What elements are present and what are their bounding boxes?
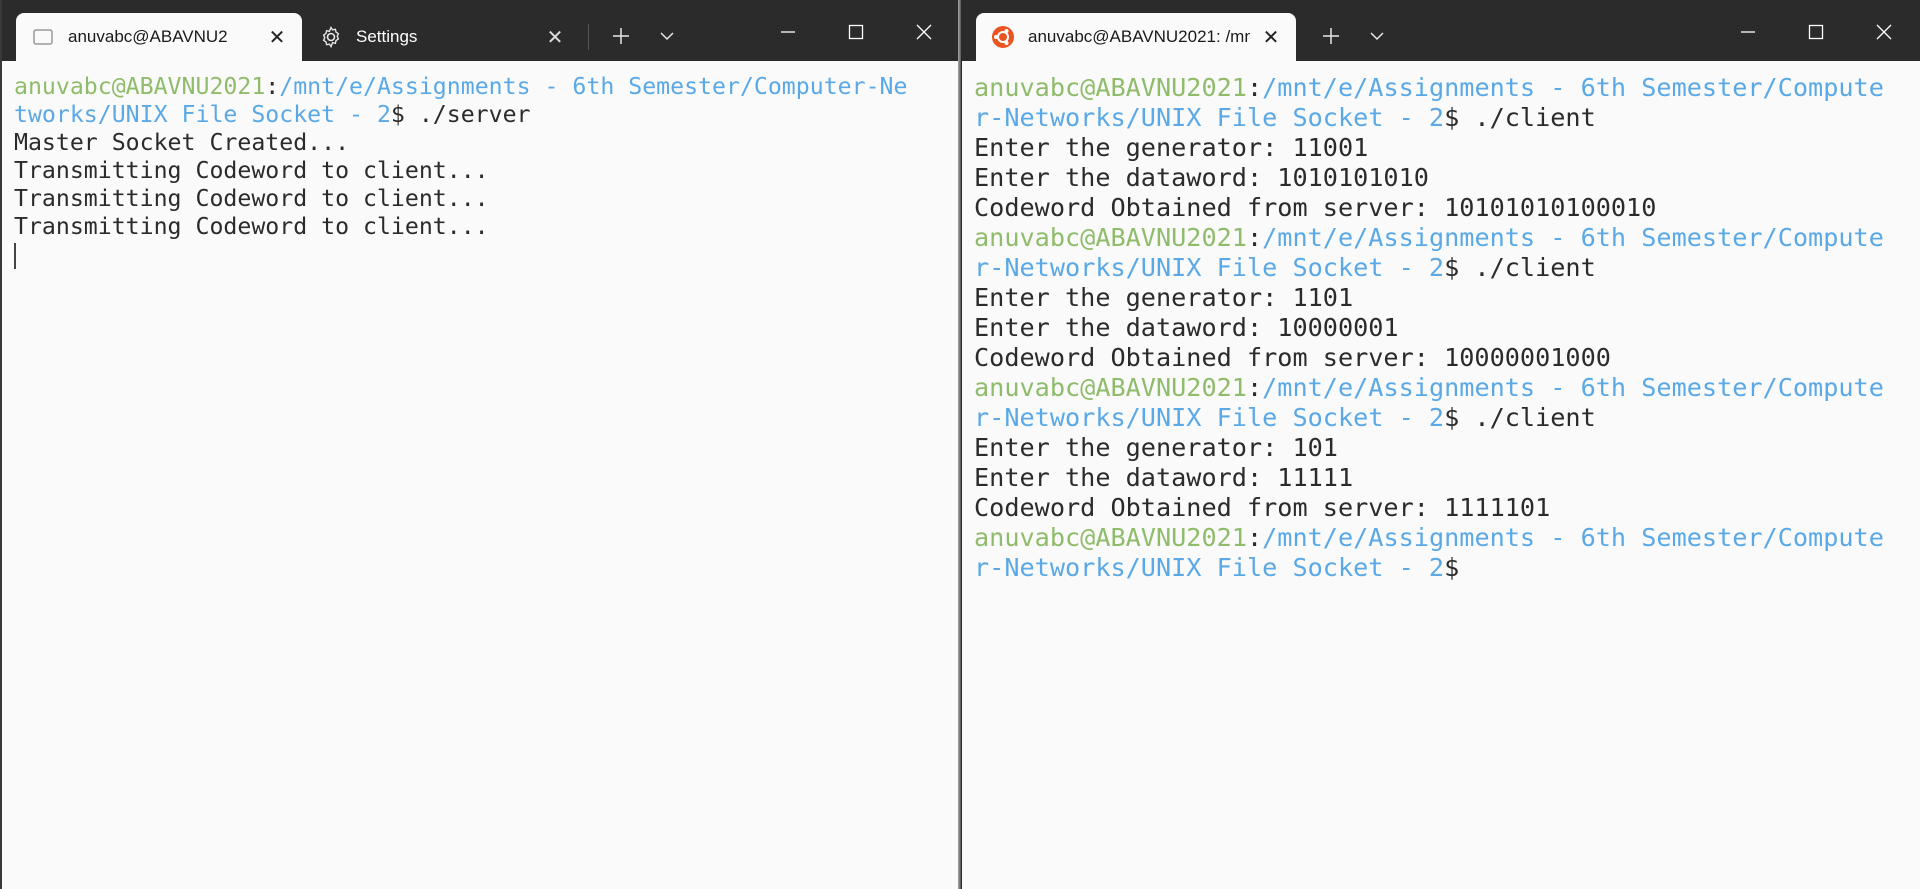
close-window-button[interactable] <box>1854 8 1914 56</box>
terminal-line: Master Socket Created... <box>14 129 958 157</box>
title-bar: anuvabc@ABAVNU2021: /mnt ✕ <box>962 0 1920 61</box>
prompt-user: anuvabc@ABAVNU2021 <box>14 73 266 100</box>
terminal-line: Codeword Obtained from server: 100000010… <box>974 343 1920 373</box>
terminal-text: Codeword Obtained from server: 1111101 <box>974 493 1551 522</box>
terminal-line: Enter the generator: 11001 <box>974 133 1920 163</box>
terminal-text: Master Socket Created... <box>14 129 350 156</box>
tab-dropdown-chevron-down-icon[interactable] <box>1359 18 1395 54</box>
terminal-line: Enter the dataword: 10000001 <box>974 313 1920 343</box>
terminal-text: $ ./server <box>390 101 531 128</box>
terminal-line: anuvabc@ABAVNU2021:/mnt/e/Assignments - … <box>14 73 958 101</box>
terminal-output[interactable]: anuvabc@ABAVNU2021:/mnt/e/Assignments - … <box>962 61 1920 889</box>
close-tab-icon[interactable]: ✕ <box>1260 25 1282 49</box>
terminal-line: anuvabc@ABAVNU2021:/mnt/e/Assignments - … <box>974 73 1920 103</box>
terminal-line: anuvabc@ABAVNU2021:/mnt/e/Assignments - … <box>974 523 1920 553</box>
prompt-colon: : <box>1246 223 1263 252</box>
terminal-line: tworks/UNIX File Socket - 2$ ./server <box>14 101 958 129</box>
terminal-window-server: anuvabc@ABAVNU2 ✕ Settings ✕ anuvabc@ABA… <box>0 0 958 889</box>
terminal-line: r-Networks/UNIX File Socket - 2$ ./clien… <box>974 253 1920 283</box>
terminal-window-client: anuvabc@ABAVNU2021: /mnt ✕ anuvabc@ABAVN… <box>961 0 1920 889</box>
title-bar: anuvabc@ABAVNU2 ✕ Settings ✕ <box>2 0 958 61</box>
terminal-cursor-line <box>14 241 958 269</box>
tab-dropdown-chevron-down-icon[interactable] <box>649 18 685 54</box>
close-tab-icon[interactable]: ✕ <box>544 25 566 49</box>
prompt-colon: : <box>265 73 280 100</box>
prompt-colon: : <box>1246 373 1263 402</box>
terminal-text: $ ./client <box>1444 403 1596 432</box>
new-tab-plus-icon[interactable] <box>603 18 639 54</box>
prompt-path: r-Networks/UNIX File Socket - 2 <box>974 253 1445 282</box>
maximize-button[interactable] <box>1786 8 1846 56</box>
terminal-line: Transmitting Codeword to client... <box>14 213 958 241</box>
terminal-text: Codeword Obtained from server: 101010101… <box>974 193 1657 222</box>
prompt-path: /mnt/e/Assignments - 6th Semester/Comput… <box>1262 73 1884 102</box>
tab-label: anuvabc@ABAVNU2 <box>68 27 228 46</box>
terminal-line: Enter the generator: 101 <box>974 433 1920 463</box>
prompt-user: anuvabc@ABAVNU2021 <box>974 223 1247 252</box>
prompt-user: anuvabc@ABAVNU2021 <box>974 73 1247 102</box>
close-tab-icon[interactable]: ✕ <box>266 25 288 49</box>
terminal-line: Enter the generator: 1101 <box>974 283 1920 313</box>
terminal-text: $ ./client <box>1444 253 1596 282</box>
prompt-path: /mnt/e/Assignments - 6th Semester/Comput… <box>1262 523 1884 552</box>
terminal-text: $ <box>1444 553 1460 582</box>
terminal-text: Codeword Obtained from server: 100000010… <box>974 343 1611 372</box>
maximize-button[interactable] <box>826 8 886 56</box>
terminal-text: Enter the generator: 101 <box>974 433 1338 462</box>
terminal-output[interactable]: anuvabc@ABAVNU2021:/mnt/e/Assignments - … <box>2 61 958 889</box>
terminal-text: Enter the dataword: 10000001 <box>974 313 1399 342</box>
tab-settings[interactable]: Settings ✕ <box>304 13 580 61</box>
text-cursor <box>14 242 16 269</box>
terminal-line: r-Networks/UNIX File Socket - 2$ <box>974 553 1920 583</box>
terminal-text: Enter the generator: 1101 <box>974 283 1354 312</box>
tab-client-terminal[interactable]: anuvabc@ABAVNU2021: /mnt ✕ <box>976 13 1296 61</box>
tab-label: anuvabc@ABAVNU2021: /mnt <box>1028 27 1250 46</box>
gear-icon <box>318 24 344 50</box>
prompt-colon: : <box>1246 73 1263 102</box>
terminal-line: Transmitting Codeword to client... <box>14 185 958 213</box>
tab-label: Settings <box>356 27 418 46</box>
terminal-icon <box>30 24 56 50</box>
terminal-line: anuvabc@ABAVNU2021:/mnt/e/Assignments - … <box>974 373 1920 403</box>
prompt-path: tworks/UNIX File Socket - 2 <box>14 101 391 128</box>
terminal-line: Enter the dataword: 1010101010 <box>974 163 1920 193</box>
tab-separator <box>588 24 589 50</box>
terminal-text: Transmitting Codeword to client... <box>14 185 489 212</box>
prompt-path: /mnt/e/Assignments - 6th Semester/Comput… <box>1262 223 1884 252</box>
terminal-line: Enter the dataword: 11111 <box>974 463 1920 493</box>
terminal-text: Enter the dataword: 1010101010 <box>974 163 1429 192</box>
prompt-user: anuvabc@ABAVNU2021 <box>974 373 1247 402</box>
terminal-text: Enter the generator: 11001 <box>974 133 1369 162</box>
terminal-text: Enter the dataword: 11111 <box>974 463 1354 492</box>
prompt-colon: : <box>1246 523 1263 552</box>
prompt-path: r-Networks/UNIX File Socket - 2 <box>974 553 1445 582</box>
terminal-line: r-Networks/UNIX File Socket - 2$ ./clien… <box>974 403 1920 433</box>
close-window-button[interactable] <box>894 8 954 56</box>
terminal-line: Codeword Obtained from server: 101010101… <box>974 193 1920 223</box>
prompt-user: anuvabc@ABAVNU2021 <box>974 523 1247 552</box>
terminal-line: anuvabc@ABAVNU2021:/mnt/e/Assignments - … <box>974 223 1920 253</box>
terminal-line: r-Networks/UNIX File Socket - 2$ ./clien… <box>974 103 1920 133</box>
terminal-line: Codeword Obtained from server: 1111101 <box>974 493 1920 523</box>
minimize-button[interactable] <box>758 8 818 56</box>
prompt-path: /mnt/e/Assignments - 6th Semester/Comput… <box>279 73 908 100</box>
prompt-path: r-Networks/UNIX File Socket - 2 <box>974 403 1445 432</box>
new-tab-plus-icon[interactable] <box>1313 18 1349 54</box>
ubuntu-icon <box>990 24 1016 50</box>
terminal-text: Transmitting Codeword to client... <box>14 157 489 184</box>
terminal-text: $ ./client <box>1444 103 1596 132</box>
tab-server-terminal[interactable]: anuvabc@ABAVNU2 ✕ <box>16 13 302 61</box>
terminal-line: Transmitting Codeword to client... <box>14 157 958 185</box>
prompt-path: r-Networks/UNIX File Socket - 2 <box>974 103 1445 132</box>
terminal-text: Transmitting Codeword to client... <box>14 213 489 240</box>
prompt-path: /mnt/e/Assignments - 6th Semester/Comput… <box>1262 373 1884 402</box>
minimize-button[interactable] <box>1718 8 1778 56</box>
